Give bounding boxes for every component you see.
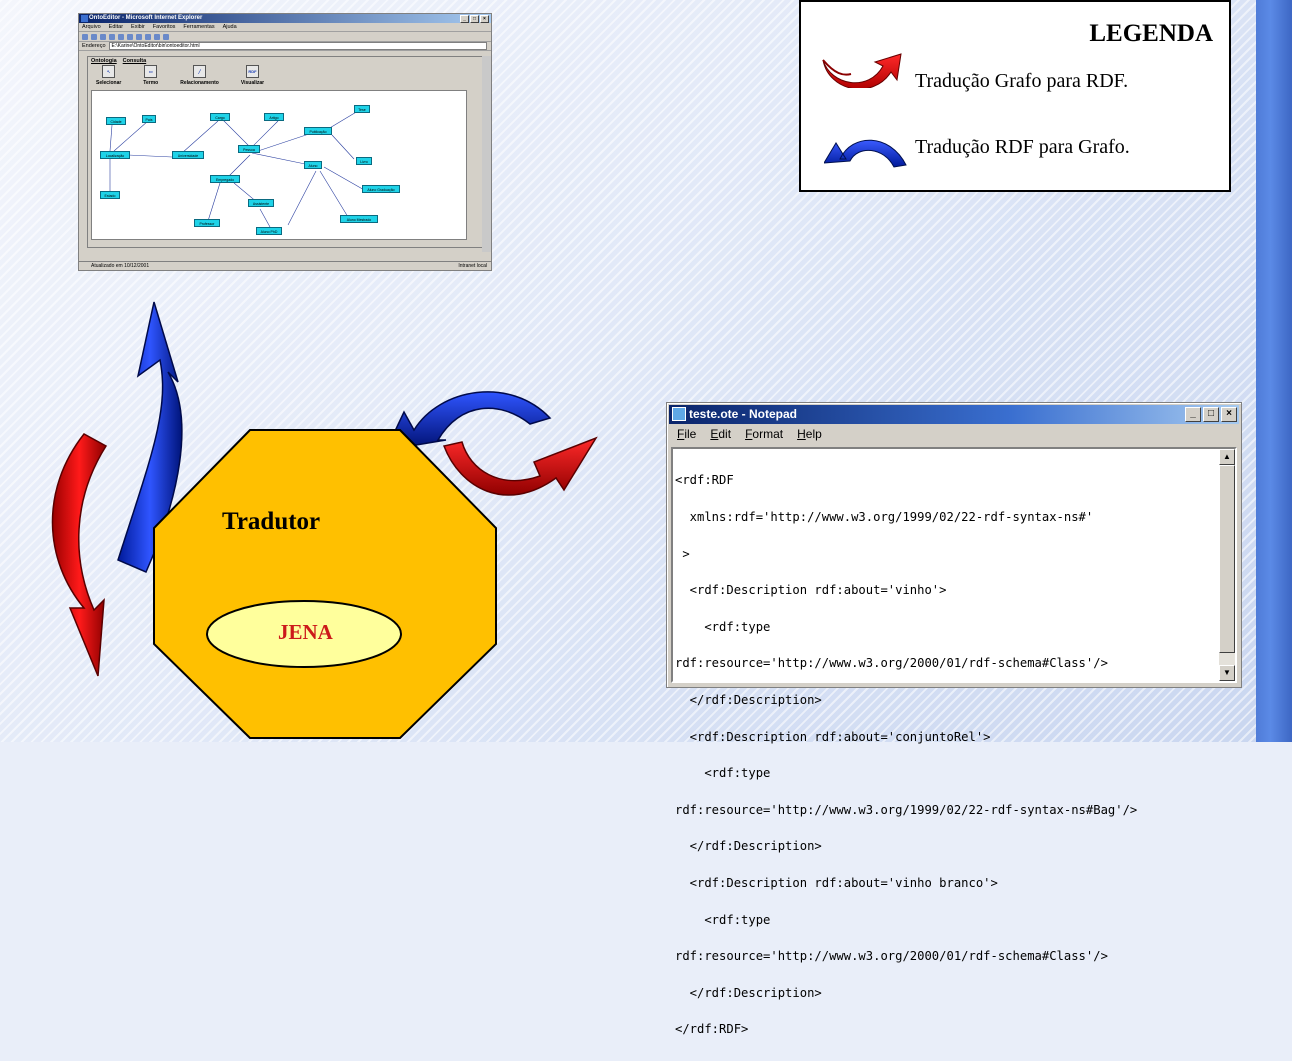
notepad-content: <rdf:RDF xmlns:rdf='http://www.w3.org/19… xyxy=(675,450,1137,1060)
maximize-icon[interactable]: □ xyxy=(1203,407,1219,422)
text-line: rdf:resource='http://www.w3.org/1999/02/… xyxy=(675,802,1138,817)
close-icon[interactable]: × xyxy=(1221,407,1237,422)
text-line: <rdf:Description rdf:about='vinho'> xyxy=(675,583,947,598)
scroll-thumb[interactable] xyxy=(1219,465,1235,653)
menu-format[interactable]: Format xyxy=(745,424,783,444)
text-line: </rdf:RDF> xyxy=(675,1022,749,1037)
menu-edit[interactable]: Edit xyxy=(710,424,731,444)
translator-octagon xyxy=(153,429,497,739)
text-line: <rdf:Description rdf:about='vinho branco… xyxy=(675,875,998,890)
minimize-icon[interactable]: _ xyxy=(1185,407,1201,422)
text-line: </rdf:Description> xyxy=(675,692,822,707)
menu-file[interactable]: File xyxy=(677,424,696,444)
text-line: <rdf:type xyxy=(675,766,771,781)
text-line: > xyxy=(675,546,690,561)
notepad-title: teste.ote - Notepad xyxy=(689,407,798,421)
scroll-up-icon[interactable]: ▲ xyxy=(1219,449,1235,465)
translator-title: Tradutor xyxy=(222,508,321,535)
text-line: xmlns:rdf='http://www.w3.org/1999/02/22-… xyxy=(675,510,1094,524)
text-line: <rdf:RDF xyxy=(675,473,734,488)
text-line: </rdf:Description> xyxy=(675,839,822,854)
text-line: <rdf:Description rdf:about='conjuntoRel'… xyxy=(675,729,991,744)
notepad-title-bar: teste.ote - Notepad _ □ × xyxy=(669,405,1239,424)
menu-help[interactable]: Help xyxy=(797,424,822,444)
left-red-arrow xyxy=(51,433,108,677)
text-line: <rdf:type xyxy=(675,912,771,927)
text-line: <rdf:type xyxy=(675,619,771,634)
text-line: rdf:resource='http://www.w3.org/2000/01/… xyxy=(675,949,1108,964)
notepad-window: teste.ote - Notepad _ □ × File Edit Form… xyxy=(666,402,1242,1036)
jena-label: JENA xyxy=(278,620,333,644)
text-line: </rdf:Description> xyxy=(675,985,822,1000)
scroll-down-icon[interactable]: ▼ xyxy=(1219,665,1235,681)
notepad-vertical-scrollbar[interactable]: ▲ ▼ xyxy=(1219,449,1235,681)
notepad-menu-bar: File Edit Format Help xyxy=(667,424,1241,444)
notepad-text-area[interactable]: <rdf:RDF xmlns:rdf='http://www.w3.org/19… xyxy=(671,447,1237,1036)
notepad-window-controls: _ □ × xyxy=(1185,407,1237,422)
text-line: rdf:resource='http://www.w3.org/2000/01/… xyxy=(675,656,1108,671)
notepad-icon xyxy=(672,407,686,421)
